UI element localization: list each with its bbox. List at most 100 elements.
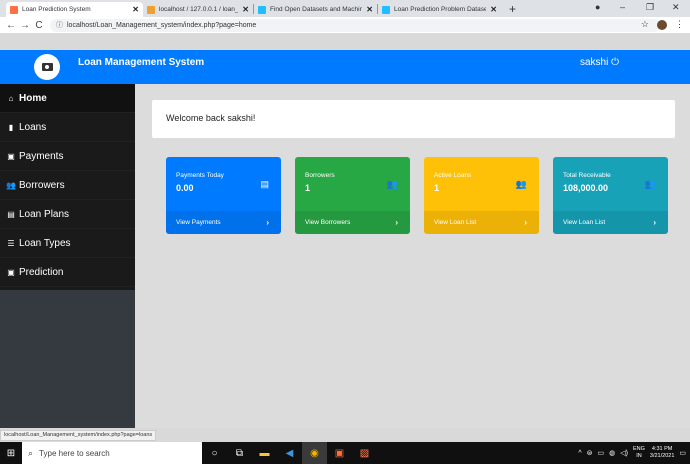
task-view-icon[interactable]: ⧉ <box>227 442 252 464</box>
browser-tab-1[interactable]: localhost / 127.0.0.1 / loan_db / ... ✕ <box>143 2 253 17</box>
user-menu[interactable]: sakshi ⏻ <box>580 57 619 68</box>
card-value: 1 <box>434 183 440 193</box>
tab-title: Loan Prediction Problem Dataset ... <box>394 6 487 13</box>
users-icon: 👥 <box>6 180 16 190</box>
vscode-icon[interactable]: ◀ <box>277 442 302 464</box>
sidebar-item-loan-plans[interactable]: ▤ Loan Plans <box>0 200 135 229</box>
browser-tab-2[interactable]: Find Open Datasets and Machine ... ✕ <box>254 2 377 17</box>
view-loan-list-link[interactable]: View Loan List › <box>553 211 668 234</box>
logo <box>34 54 60 80</box>
close-icon[interactable]: ✕ <box>490 5 497 14</box>
card-title: Payments Today <box>176 172 224 179</box>
date-text: 3/21/2021 <box>649 453 675 459</box>
notification-icon[interactable]: ▭ <box>679 449 686 457</box>
card-footer-label: View Payments <box>176 219 221 226</box>
reload-icon[interactable]: C <box>32 20 46 31</box>
card-title: Total Receivable <box>563 172 611 179</box>
card-active-loans: Active Loans 1 👥 View Loan List › <box>424 157 539 234</box>
money-icon: ▣ <box>7 267 15 277</box>
chevron-up-icon[interactable]: ^ <box>578 450 581 457</box>
sidebar-item-payments[interactable]: ▣ Payments <box>0 142 135 171</box>
card-footer-label: View Loan List <box>434 219 477 226</box>
calendar-icon: ▤ <box>260 179 269 189</box>
card-payments-today: Payments Today 0.00 ▤ View Payments › <box>166 157 281 234</box>
view-loan-list-link[interactable]: View Loan List › <box>424 211 539 234</box>
system-tray: ^ ⊜ ▭ ◍ ◁) ENG IN 4:31 PM 3/21/2021 ▭ <box>578 442 686 464</box>
taskbar: ⊞ ⌕ Type here to search ○ ⧉ ▬ ◀ ◉ ▣ ▨ ^ … <box>0 442 690 464</box>
network-icon[interactable]: ⊜ <box>587 449 593 457</box>
new-tab-button[interactable]: + <box>501 2 524 17</box>
sidebar-nav: ⌂ Home ▮ Loans ▣ Payments 👥 Borrowers ▤ … <box>0 84 135 290</box>
address-input[interactable]: ⓘ localhost/Loan_Management_system/index… <box>50 18 660 32</box>
browser-profile-icon[interactable]: ● <box>595 2 600 12</box>
card-title: Active Loans <box>434 172 472 179</box>
status-link: localhost/Loan_Management_system/index.p… <box>0 430 157 441</box>
window-close-icon[interactable]: ✕ <box>672 2 680 13</box>
back-icon[interactable]: ← <box>4 20 18 31</box>
card-value: 108,000.00 <box>563 183 609 193</box>
chevron-right-icon: › <box>653 218 656 227</box>
address-bar-row: ← → C ⓘ localhost/Loan_Management_system… <box>0 17 690 34</box>
welcome-card: Welcome back sakshi! <box>152 100 675 138</box>
power-icon[interactable]: ⏻ <box>611 57 619 68</box>
chrome-icon[interactable]: ◉ <box>302 442 327 464</box>
view-payments-link[interactable]: View Payments › <box>166 211 281 234</box>
sidebar-item-prediction[interactable]: ▣ Prediction <box>0 258 135 287</box>
app-icon[interactable]: ▣ <box>327 442 352 464</box>
card-value: 1 <box>305 183 311 193</box>
close-icon[interactable]: ✕ <box>242 5 249 14</box>
card-value: 0.00 <box>176 183 194 193</box>
minimize-icon[interactable]: – <box>620 2 625 12</box>
card-footer-label: View Loan List <box>563 219 606 226</box>
battery-icon[interactable]: ▭ <box>598 449 605 457</box>
card-title: Borrowers <box>305 172 335 179</box>
list-icon: ☰ <box>7 238 15 248</box>
language-indicator[interactable]: ENG IN <box>633 446 645 460</box>
file-icon: ▮ <box>8 122 14 132</box>
taskbar-search-input[interactable]: ⌕ Type here to search <box>22 442 202 464</box>
favicon-icon <box>10 5 18 14</box>
clock[interactable]: 4:31 PM 3/21/2021 <box>650 446 674 460</box>
card-borrowers: Borrowers 1 👥 View Borrowers › <box>295 157 410 234</box>
sidebar-item-label: Loan Plans <box>19 208 70 220</box>
users-icon: 👥 <box>515 179 527 189</box>
tab-title: Loan Prediction System <box>22 6 91 13</box>
main-content: Welcome back sakshi! Payments Today 0.00… <box>135 84 690 428</box>
browser-tab-3[interactable]: Loan Prediction Problem Dataset ... ✕ <box>378 2 501 17</box>
cortana-icon[interactable]: ○ <box>202 442 227 464</box>
info-icon[interactable]: ⓘ <box>56 20 63 30</box>
avatar[interactable] <box>657 19 667 30</box>
sidebar-item-borrowers[interactable]: 👥 Borrowers <box>0 171 135 200</box>
close-icon[interactable]: ✕ <box>132 5 139 14</box>
users-icon: 👥 <box>386 179 398 189</box>
money-icon: ▣ <box>7 151 15 161</box>
file-explorer-icon[interactable]: ▬ <box>252 442 277 464</box>
sidebar-item-home[interactable]: ⌂ Home <box>0 84 135 113</box>
sidebar-item-label: Loan Types <box>19 237 71 249</box>
wifi-icon[interactable]: ◍ <box>609 449 615 457</box>
close-icon[interactable]: ✕ <box>366 5 373 14</box>
app-title: Loan Management System <box>78 57 205 68</box>
view-borrowers-link[interactable]: View Borrowers › <box>295 211 410 234</box>
home-icon: ⌂ <box>8 93 14 103</box>
browser-tab-0[interactable]: Loan Prediction System ✕ <box>6 2 143 17</box>
bookmark-star-icon[interactable]: ☆ <box>641 19 649 30</box>
sidebar-item-label: Payments <box>19 150 64 162</box>
sidebar-item-loans[interactable]: ▮ Loans <box>0 113 135 142</box>
lang-text: ENG <box>632 446 645 452</box>
forward-icon[interactable]: → <box>18 20 32 31</box>
favicon-icon <box>382 5 390 14</box>
chevron-right-icon: › <box>395 218 398 227</box>
maximize-icon[interactable]: ❐ <box>646 2 654 13</box>
volume-icon[interactable]: ◁) <box>620 449 628 457</box>
favicon-icon <box>258 5 266 14</box>
url-text: localhost/Loan_Management_system/index.p… <box>67 21 257 29</box>
paint-icon[interactable]: ▨ <box>352 442 377 464</box>
users-icon: 👥 <box>644 179 656 189</box>
search-icon: ⌕ <box>28 447 34 458</box>
windows-start-icon[interactable]: ⊞ <box>0 448 22 459</box>
sidebar-item-loan-types[interactable]: ☰ Loan Types <box>0 229 135 258</box>
sidebar: ⌂ Home ▮ Loans ▣ Payments 👥 Borrowers ▤ … <box>0 84 135 428</box>
menu-kebab-icon[interactable]: ⋮ <box>675 19 684 30</box>
list-icon: ▤ <box>7 209 15 219</box>
